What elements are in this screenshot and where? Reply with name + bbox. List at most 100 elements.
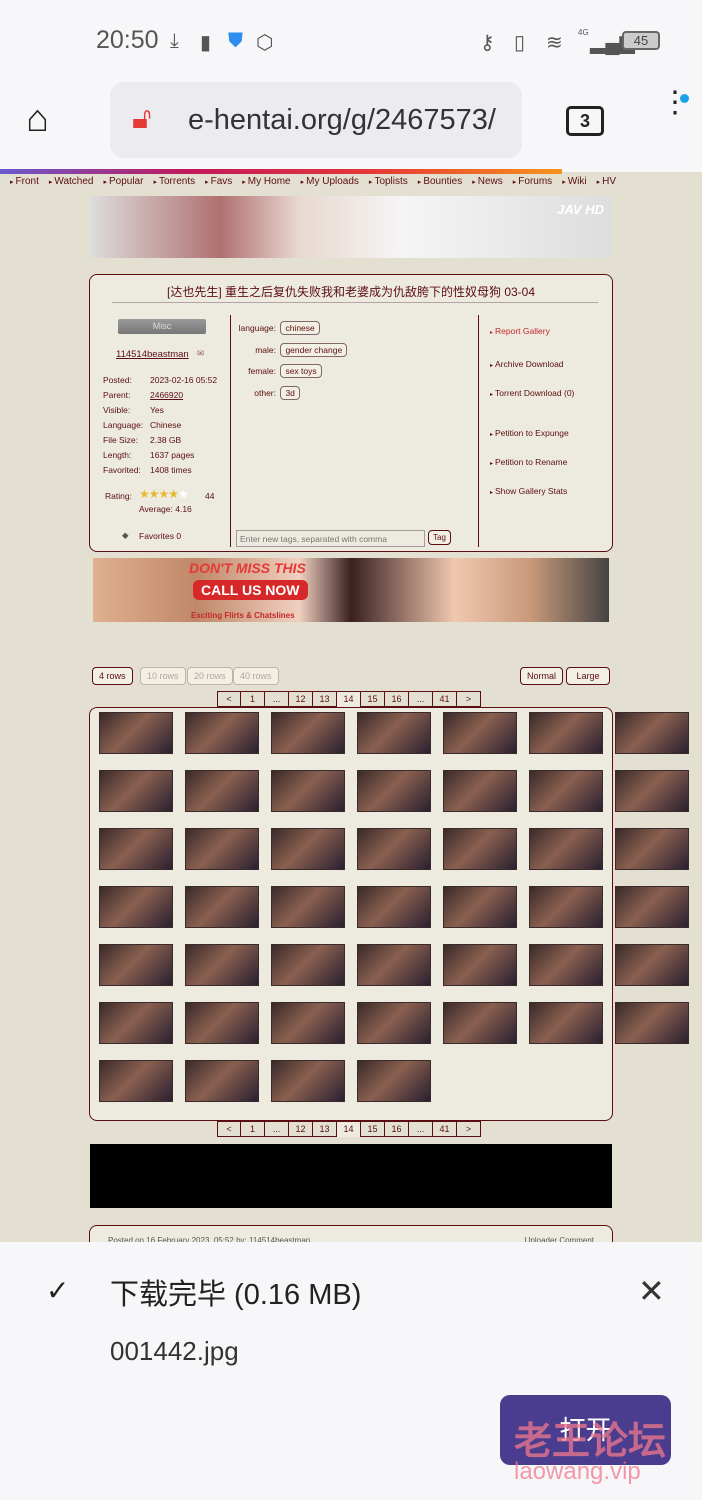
close-icon[interactable]: ✕ — [638, 1272, 665, 1310]
advertisement[interactable]: DON'T MISS THIS CALL US NOW Exciting Fli… — [93, 558, 609, 622]
thumbnail[interactable] — [99, 828, 173, 870]
rating-stars[interactable]: ★★★★★ — [139, 487, 189, 501]
page-link[interactable]: 13 — [313, 691, 337, 707]
tab-switcher-button[interactable]: 3 — [566, 106, 604, 136]
page-link[interactable]: 15 — [361, 691, 385, 707]
thumbnail[interactable] — [357, 828, 431, 870]
thumbnail[interactable] — [443, 828, 517, 870]
thumbnail[interactable] — [443, 944, 517, 986]
thumbnail[interactable] — [99, 944, 173, 986]
thumbnail[interactable] — [443, 886, 517, 928]
torrent-download-link[interactable]: Torrent Download (0) — [490, 388, 574, 398]
thumbnail[interactable] — [615, 828, 689, 870]
thumbnail[interactable] — [615, 770, 689, 812]
nav-my-uploads[interactable]: My Uploads — [301, 176, 359, 196]
thumbnail[interactable] — [185, 770, 259, 812]
petition-rename-link[interactable]: Petition to Rename — [490, 457, 567, 467]
thumbnail[interactable] — [185, 886, 259, 928]
tag-submit-button[interactable]: Tag — [428, 530, 451, 545]
page-link[interactable]: 16 — [385, 1121, 409, 1137]
thumbnail[interactable] — [357, 944, 431, 986]
page-link[interactable]: 15 — [361, 1121, 385, 1137]
video-ad[interactable] — [90, 1144, 612, 1208]
uploader-link[interactable]: 114514beastman — [116, 349, 189, 360]
address-bar[interactable]: 🔓︎ e-hentai.org/g/2467573/ — [110, 82, 522, 158]
report-gallery-link[interactable]: Report Gallery — [490, 326, 550, 336]
page-link[interactable]: 12 — [289, 1121, 313, 1137]
thumbnail[interactable] — [529, 944, 603, 986]
page-link[interactable]: 13 — [313, 1121, 337, 1137]
thumbnail[interactable] — [271, 1002, 345, 1044]
page-ellipsis[interactable]: ... — [409, 691, 433, 707]
thumbnail[interactable] — [185, 944, 259, 986]
page-prev[interactable]: < — [217, 1121, 241, 1137]
nav-watched[interactable]: Watched — [49, 176, 93, 196]
tag-gender-change[interactable]: gender change — [280, 342, 348, 357]
rows-40-button[interactable]: 40 rows — [233, 667, 279, 685]
rows-20-button[interactable]: 20 rows — [187, 667, 233, 685]
new-tags-input[interactable] — [236, 530, 425, 547]
thumbnail[interactable] — [357, 1002, 431, 1044]
page-link[interactable]: 16 — [385, 691, 409, 707]
banner-ad[interactable]: JAV HD — [90, 196, 612, 258]
thumbnail[interactable] — [271, 1060, 345, 1102]
thumbnail[interactable] — [271, 712, 345, 754]
thumbnail[interactable] — [99, 1060, 173, 1102]
page-next[interactable]: > — [457, 691, 481, 707]
favorite-icon[interactable]: ◆ — [122, 530, 129, 541]
thumbnail[interactable] — [443, 712, 517, 754]
favorites-link[interactable]: Favorites 0 — [139, 531, 181, 541]
rows-10-button[interactable]: 10 rows — [140, 667, 186, 685]
page-link[interactable]: 12 — [289, 691, 313, 707]
nav-forums[interactable]: Forums — [513, 176, 552, 196]
nav-my-home[interactable]: My Home — [242, 176, 291, 196]
page-next[interactable]: > — [457, 1121, 481, 1137]
thumbnail[interactable] — [443, 1002, 517, 1044]
nav-popular[interactable]: Popular — [103, 176, 143, 196]
size-large-button[interactable]: Large — [566, 667, 610, 685]
thumbnail[interactable] — [99, 886, 173, 928]
thumbnail[interactable] — [615, 712, 689, 754]
thumbnail[interactable] — [615, 944, 689, 986]
page-link[interactable]: 1 — [241, 691, 265, 707]
tag-3d[interactable]: 3d — [280, 385, 300, 400]
thumbnail[interactable] — [99, 1002, 173, 1044]
thumbnail[interactable] — [271, 770, 345, 812]
tag-chinese[interactable]: chinese — [280, 321, 320, 335]
nav-news[interactable]: News — [472, 176, 503, 196]
page-ellipsis[interactable]: ... — [265, 1121, 289, 1137]
thumbnail[interactable] — [529, 828, 603, 870]
thumbnail[interactable] — [99, 770, 173, 812]
size-normal-button[interactable]: Normal — [520, 667, 564, 685]
thumbnail[interactable] — [357, 712, 431, 754]
category-badge[interactable]: Misc — [118, 319, 206, 334]
thumbnail[interactable] — [615, 886, 689, 928]
thumbnail[interactable] — [357, 770, 431, 812]
thumbnail[interactable] — [185, 828, 259, 870]
nav-front[interactable]: Front — [10, 176, 39, 196]
page-link[interactable]: 41 — [433, 1121, 457, 1137]
page-link[interactable]: 41 — [433, 691, 457, 707]
gallery-stats-link[interactable]: Show Gallery Stats — [490, 486, 567, 496]
thumbnail[interactable] — [529, 1002, 603, 1044]
thumbnail[interactable] — [185, 712, 259, 754]
page-link[interactable]: 1 — [241, 1121, 265, 1137]
nav-hv[interactable]: HV — [597, 176, 616, 196]
archive-download-link[interactable]: Archive Download — [490, 359, 564, 369]
thumbnail[interactable] — [271, 944, 345, 986]
rows-4-button[interactable]: 4 rows — [92, 667, 133, 685]
thumbnail[interactable] — [529, 770, 603, 812]
page-ellipsis[interactable]: ... — [265, 691, 289, 707]
page-prev[interactable]: < — [217, 691, 241, 707]
thumbnail[interactable] — [357, 886, 431, 928]
nav-torrents[interactable]: Torrents — [153, 176, 195, 196]
thumbnail[interactable] — [185, 1002, 259, 1044]
thumbnail[interactable] — [185, 1060, 259, 1102]
nav-bounties[interactable]: Bounties — [418, 176, 462, 196]
message-icon[interactable]: ✉ — [197, 348, 204, 359]
nav-toplists[interactable]: Toplists — [369, 176, 407, 196]
tag-sex-toys[interactable]: sex toys — [280, 364, 322, 378]
thumbnail[interactable] — [271, 828, 345, 870]
nav-favs[interactable]: Favs — [205, 176, 233, 196]
nav-wiki[interactable]: Wiki — [562, 176, 587, 196]
